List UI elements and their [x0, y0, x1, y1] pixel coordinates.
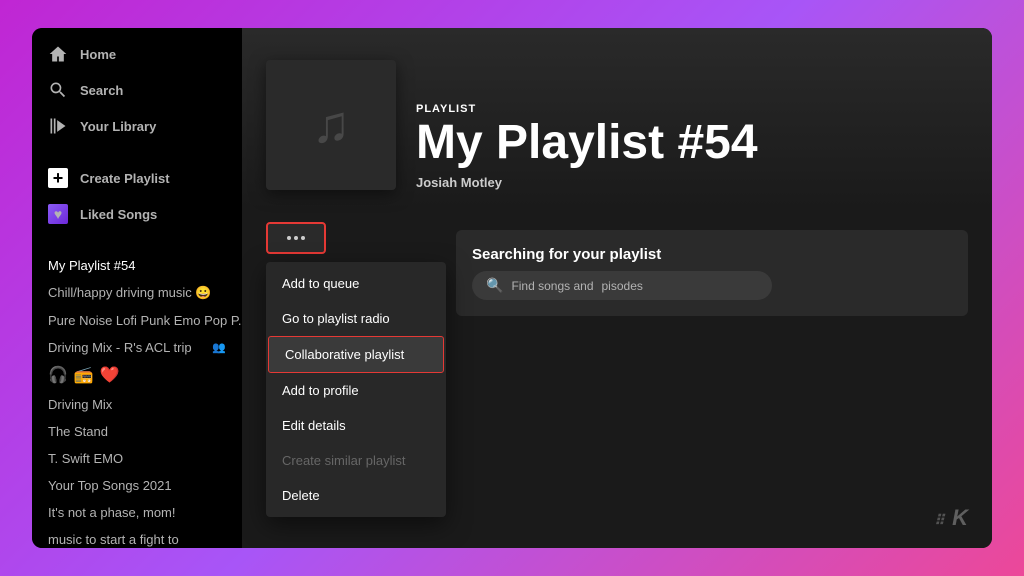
- home-icon: [48, 44, 68, 64]
- search-box-placeholder: Find songs and: [511, 279, 593, 293]
- library-item-pure-noise[interactable]: Pure Noise Lofi Punk Emo Pop P...: [32, 307, 242, 334]
- menu-item-delete[interactable]: Delete: [266, 478, 446, 513]
- sidebar-label-home: Home: [80, 47, 116, 62]
- menu-item-create-similar: Create similar playlist: [266, 443, 446, 478]
- library-item-the-stand[interactable]: The Stand: [32, 418, 242, 445]
- library-list: My Playlist #54 Chill/happy driving musi…: [32, 244, 242, 548]
- dot-2: [294, 236, 298, 240]
- search-box-ep: pisodes: [602, 279, 643, 293]
- library-icon: [48, 116, 68, 136]
- sidebar: Home Search Your Library + Create Playli…: [32, 28, 242, 548]
- main-content: ♫ PLAYLIST My Playlist #54 Josiah Motley…: [242, 28, 992, 548]
- library-item-label: Your Top Songs 2021: [48, 478, 172, 493]
- menu-item-add-to-queue[interactable]: Add to queue: [266, 266, 446, 301]
- liked-songs-icon: ♥: [48, 204, 68, 224]
- emoji-icon-3: ❤️: [100, 365, 120, 385]
- more-options-button[interactable]: [266, 222, 326, 254]
- collab-icon: 👥: [212, 341, 226, 354]
- content-area: Add to queue Go to playlist radio Collab…: [242, 210, 992, 548]
- sidebar-item-home[interactable]: Home: [32, 36, 242, 72]
- toolbar: Add to queue Go to playlist radio Collab…: [266, 222, 968, 254]
- library-item-label: It's not a phase, mom!: [48, 505, 176, 520]
- playlist-author: Josiah Motley: [416, 175, 968, 190]
- library-item-driving-mix2[interactable]: Driving Mix: [32, 391, 242, 418]
- library-item-driving-mix-acl[interactable]: Driving Mix - R's ACL trip 👥: [32, 334, 242, 361]
- library-item-top-songs-2021[interactable]: Your Top Songs 2021: [32, 472, 242, 499]
- search-box-icon: 🔍: [486, 277, 503, 294]
- sidebar-item-library[interactable]: Your Library: [32, 108, 242, 144]
- sidebar-label-library: Your Library: [80, 119, 156, 134]
- library-item-chill[interactable]: Chill/happy driving music 😀: [32, 279, 242, 307]
- library-item-emoji-row: 🎧 📻 ❤️: [32, 361, 242, 391]
- search-input-box[interactable]: 🔍 Find songs and pisodes: [472, 271, 772, 300]
- dot-1: [287, 236, 291, 240]
- library-item-my-playlist-54[interactable]: My Playlist #54: [32, 252, 242, 279]
- menu-item-edit-details[interactable]: Edit details: [266, 408, 446, 443]
- emoji-icon-2: 📻: [74, 365, 94, 385]
- library-item-label: My Playlist #54: [48, 258, 135, 273]
- playlist-info: PLAYLIST My Playlist #54 Josiah Motley: [416, 103, 968, 190]
- knowtechie-badge: ⠿ K: [934, 500, 968, 532]
- playlist-thumbnail: ♫: [266, 60, 396, 190]
- menu-item-add-to-profile[interactable]: Add to profile: [266, 373, 446, 408]
- library-item-label: The Stand: [48, 424, 108, 439]
- menu-item-collaborative[interactable]: Collaborative playlist: [268, 336, 444, 373]
- library-item-label: Pure Noise Lofi Punk Emo Pop P...: [48, 313, 242, 328]
- liked-songs-label: Liked Songs: [80, 207, 157, 222]
- create-section: + Create Playlist ♥ Liked Songs: [32, 156, 242, 236]
- playlist-title: My Playlist #54: [416, 119, 968, 167]
- playlist-header: ♫ PLAYLIST My Playlist #54 Josiah Motley: [242, 28, 992, 210]
- liked-songs-item[interactable]: ♥ Liked Songs: [32, 196, 242, 232]
- emoji-icons: 🎧: [48, 365, 68, 385]
- nav-section: Home Search Your Library: [32, 28, 242, 148]
- library-item-fight[interactable]: music to start a fight to: [32, 526, 242, 548]
- create-playlist-label: Create Playlist: [80, 171, 170, 186]
- library-item-label: Chill/happy driving music 😀: [48, 285, 212, 301]
- playlist-type: PLAYLIST: [416, 103, 968, 115]
- sidebar-label-search: Search: [80, 83, 123, 98]
- library-item-label: T. Swift EMO: [48, 451, 123, 466]
- library-item-label: music to start a fight to: [48, 532, 179, 547]
- create-playlist-item[interactable]: + Create Playlist: [32, 160, 242, 196]
- search-area-title: Searching for your playlist: [472, 246, 952, 263]
- context-menu: Add to queue Go to playlist radio Collab…: [266, 262, 446, 517]
- menu-item-go-to-radio[interactable]: Go to playlist radio: [266, 301, 446, 336]
- search-icon: [48, 80, 68, 100]
- search-area: Searching for your playlist 🔍 Find songs…: [456, 230, 968, 316]
- sidebar-item-search[interactable]: Search: [32, 72, 242, 108]
- library-item-not-a-phase[interactable]: It's not a phase, mom!: [32, 499, 242, 526]
- library-item-label: Driving Mix - R's ACL trip: [48, 340, 192, 355]
- library-item-t-swift[interactable]: T. Swift EMO: [32, 445, 242, 472]
- create-playlist-icon: +: [48, 168, 68, 188]
- search-area-title-partial: hing for your playlist: [513, 246, 661, 263]
- library-item-label: Driving Mix: [48, 397, 112, 412]
- music-note-icon: ♫: [312, 95, 351, 155]
- dot-3: [301, 236, 305, 240]
- app-window: Home Search Your Library + Create Playli…: [32, 28, 992, 548]
